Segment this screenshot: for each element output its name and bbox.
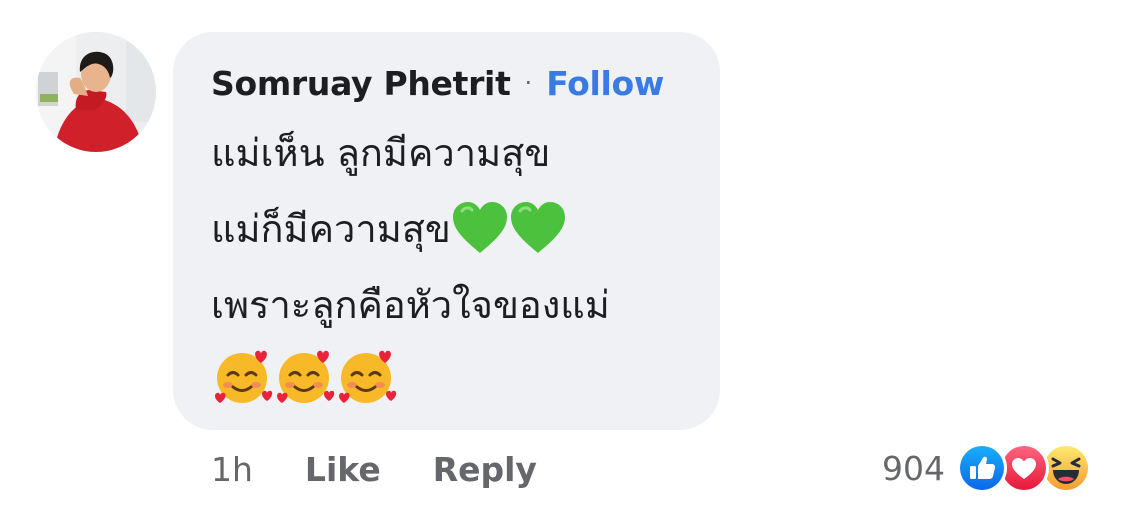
reaction-count: 904 xyxy=(882,448,945,488)
separator-dot: · xyxy=(524,69,533,97)
smiling-face-with-hearts-icon xyxy=(273,345,335,407)
smiling-face-with-hearts-icon xyxy=(335,345,397,407)
reply-button[interactable]: Reply xyxy=(433,450,537,489)
comment-header: Somruay Phetrit · Follow xyxy=(211,60,664,106)
like-icon xyxy=(957,443,1007,493)
like-button[interactable]: Like xyxy=(305,450,381,489)
smiling-face-with-hearts-icon xyxy=(211,345,273,407)
timestamp[interactable]: 1h xyxy=(211,450,253,489)
reaction-icons xyxy=(957,443,1091,493)
emoji-row xyxy=(211,348,397,404)
comment-actions: 1h Like Reply xyxy=(211,446,589,492)
comment-text-line: เพราะลูกคือหัวใจของแม่ xyxy=(211,282,610,327)
comment-text: แม่ก็มีความสุข xyxy=(211,206,451,251)
green-heart-icon xyxy=(509,201,567,255)
avatar[interactable] xyxy=(36,32,156,152)
reaction-summary[interactable]: 904 xyxy=(882,440,1091,496)
comment-text-line: แม่ก็มีความสุข xyxy=(211,200,567,256)
author-name[interactable]: Somruay Phetrit xyxy=(211,64,511,103)
comment-bubble: Somruay Phetrit · Follow แม่เห็น ลูกมีคว… xyxy=(173,32,720,430)
green-heart-icon xyxy=(451,201,509,255)
follow-button[interactable]: Follow xyxy=(546,64,664,103)
comment-text-line: แม่เห็น ลูกมีความสุข xyxy=(211,130,551,175)
